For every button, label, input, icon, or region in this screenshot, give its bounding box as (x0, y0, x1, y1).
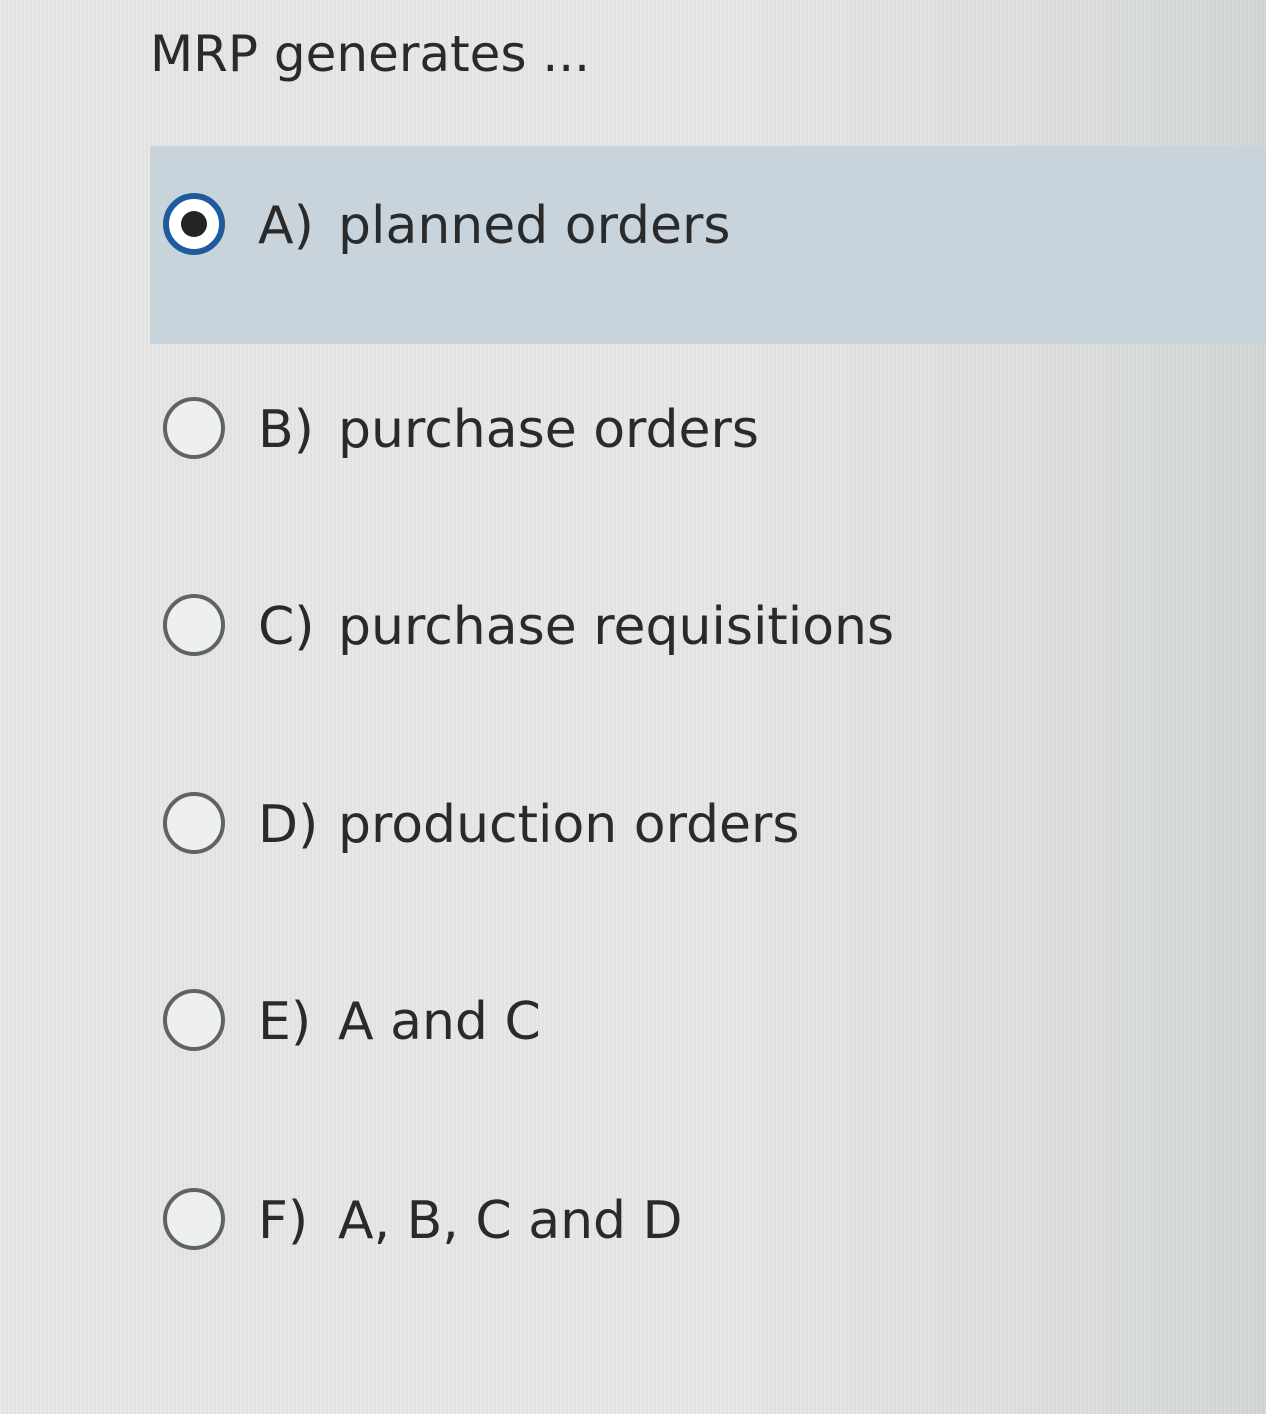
radio-checked-icon[interactable] (163, 193, 225, 255)
option-d-label: production orders (338, 795, 800, 855)
option-b-label: purchase orders (338, 400, 759, 460)
radio-unchecked-icon[interactable] (163, 397, 225, 459)
option-f-label: A, B, C and D (338, 1191, 683, 1251)
option-e-letter: E) (258, 992, 312, 1052)
option-a-label: planned orders (338, 196, 731, 256)
option-d[interactable]: D) production orders (150, 775, 1266, 875)
option-c-letter: C) (258, 597, 315, 657)
option-a[interactable]: A) planned orders (150, 146, 1266, 344)
option-f-letter: F) (258, 1191, 309, 1251)
option-c[interactable]: C) purchase requisitions (150, 577, 1266, 677)
option-e-label: A and C (338, 992, 541, 1052)
option-e[interactable]: E) A and C (150, 972, 1266, 1072)
radio-unchecked-icon[interactable] (163, 989, 225, 1051)
option-d-letter: D) (258, 795, 319, 855)
option-b[interactable]: B) purchase orders (150, 380, 1266, 480)
radio-unchecked-icon[interactable] (163, 594, 225, 656)
radio-unchecked-icon[interactable] (163, 1188, 225, 1250)
radio-dot-icon (181, 211, 207, 237)
answer-options: A) planned orders B) purchase orders C) … (0, 0, 1266, 1414)
option-f[interactable]: F) A, B, C and D (150, 1171, 1266, 1271)
option-b-letter: B) (258, 400, 314, 460)
option-c-label: purchase requisitions (338, 597, 895, 657)
option-a-letter: A) (258, 196, 314, 256)
radio-unchecked-icon[interactable] (163, 792, 225, 854)
